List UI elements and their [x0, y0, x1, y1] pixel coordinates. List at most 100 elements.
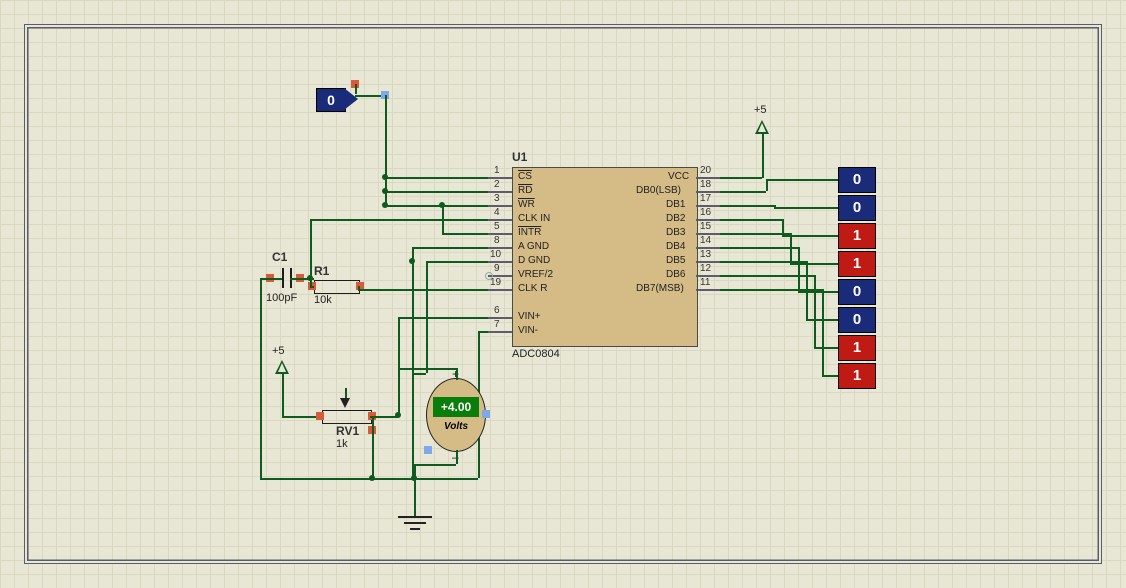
wire: [426, 261, 488, 263]
logic-probe-db2[interactable]: 1: [838, 223, 876, 249]
pin-name-db2: DB2: [666, 213, 685, 224]
pin-name-vref2: VREF/2: [518, 269, 553, 280]
wire: [426, 261, 428, 347]
wire: [260, 278, 282, 280]
pin-num-13: 13: [700, 249, 711, 260]
pin-line: [488, 177, 512, 179]
pin-num-10: 10: [490, 249, 501, 260]
pin-num-7: 7: [494, 319, 500, 330]
logic-probe-db0[interactable]: 0: [838, 167, 876, 193]
wire: [720, 247, 798, 249]
open-pin: [485, 272, 493, 280]
chip-ref: U1: [512, 150, 527, 164]
pin-name-wr: WR: [518, 199, 535, 210]
wire: [385, 95, 387, 177]
voltmeter-unit: Volts: [427, 421, 485, 432]
wire: [456, 368, 458, 380]
wire: [456, 450, 458, 464]
wire: [720, 275, 814, 277]
pin-line: [488, 191, 512, 193]
pin-num-5: 5: [494, 221, 500, 232]
wire: [720, 233, 790, 235]
resistor-r1[interactable]: [314, 280, 360, 294]
res-ref: R1: [314, 264, 329, 278]
pin-line: [488, 331, 512, 333]
pin-name-agnd: A GND: [518, 241, 549, 252]
wire: [774, 207, 838, 209]
voltmeter-reading: +4.00: [433, 397, 479, 417]
wire: [720, 219, 782, 221]
junction: [307, 275, 313, 281]
pin-name-vinp: VIN+: [518, 311, 541, 322]
wire: [372, 416, 374, 478]
cap-plate: [282, 268, 284, 288]
pin-num-8: 8: [494, 235, 500, 246]
power-arrow-icon: [755, 120, 769, 134]
power-label-right: +5: [754, 104, 767, 116]
blue-node: [482, 410, 490, 418]
pin-name-cs: CS: [518, 171, 532, 182]
cap-ref: C1: [272, 250, 287, 264]
pin-name-dgnd: D GND: [518, 255, 550, 266]
pin-num-14: 14: [700, 235, 711, 246]
pin-num-11: 11: [700, 277, 710, 288]
wire: [720, 205, 774, 207]
wire: [355, 84, 357, 94]
pin-line: [488, 261, 512, 263]
pin-name-intr: INTR: [518, 227, 541, 238]
wire: [720, 177, 762, 179]
wire: [412, 247, 488, 249]
voltmeter[interactable]: +4.00 Volts: [426, 378, 486, 452]
res-value: 10k: [314, 294, 332, 306]
wire: [814, 275, 816, 347]
pin-name-db7: DB7(MSB): [636, 283, 684, 294]
wire: [414, 478, 478, 480]
logic-probe-db1[interactable]: 0: [838, 195, 876, 221]
pin-line: [696, 289, 720, 291]
pin-name-rd: RD: [518, 185, 532, 196]
pot-value: 1k: [336, 438, 348, 450]
pin-num-4: 4: [494, 207, 500, 218]
wire: [385, 191, 488, 193]
pin-name-db0: DB0(LSB): [636, 185, 681, 196]
gnd-line: [404, 522, 426, 524]
logic-state-source[interactable]: 0: [316, 88, 346, 112]
wire: [766, 179, 768, 191]
wire: [370, 416, 398, 418]
junction: [409, 258, 415, 264]
pin-name-clkin: CLK IN: [518, 213, 550, 224]
logic-probe-db3[interactable]: 1: [838, 251, 876, 277]
pin-name-db6: DB6: [666, 269, 685, 280]
wire: [798, 291, 838, 293]
pin-name-vinm: VIN-: [518, 325, 538, 336]
pin-num-2: 2: [494, 179, 500, 190]
pin-line: [488, 289, 512, 291]
pin-line: [488, 317, 512, 319]
wire: [358, 289, 488, 291]
wire: [822, 375, 838, 377]
wire: [720, 289, 822, 291]
gnd-line: [398, 516, 432, 518]
wire: [412, 345, 414, 478]
wire: [398, 368, 400, 416]
wire: [310, 286, 314, 288]
pin-name-db4: DB4: [666, 241, 685, 252]
wire: [442, 233, 488, 235]
potentiometer-rv1[interactable]: [322, 410, 372, 424]
logic-probe-db4[interactable]: 0: [838, 279, 876, 305]
wire: [798, 247, 800, 291]
power-label-left: +5: [272, 345, 285, 357]
wire: [385, 205, 488, 207]
pin-line: [488, 233, 512, 235]
logic-probe-db7[interactable]: 1: [838, 363, 876, 389]
wiper-icon: [340, 398, 350, 408]
wire: [766, 179, 838, 181]
logic-probe-db5[interactable]: 0: [838, 307, 876, 333]
wire: [414, 464, 416, 478]
logic-probe-db6[interactable]: 1: [838, 335, 876, 361]
wire: [822, 289, 824, 375]
wire: [412, 478, 414, 480]
junction: [382, 202, 388, 208]
wire: [310, 219, 488, 221]
pin-num-9: 9: [494, 263, 500, 274]
